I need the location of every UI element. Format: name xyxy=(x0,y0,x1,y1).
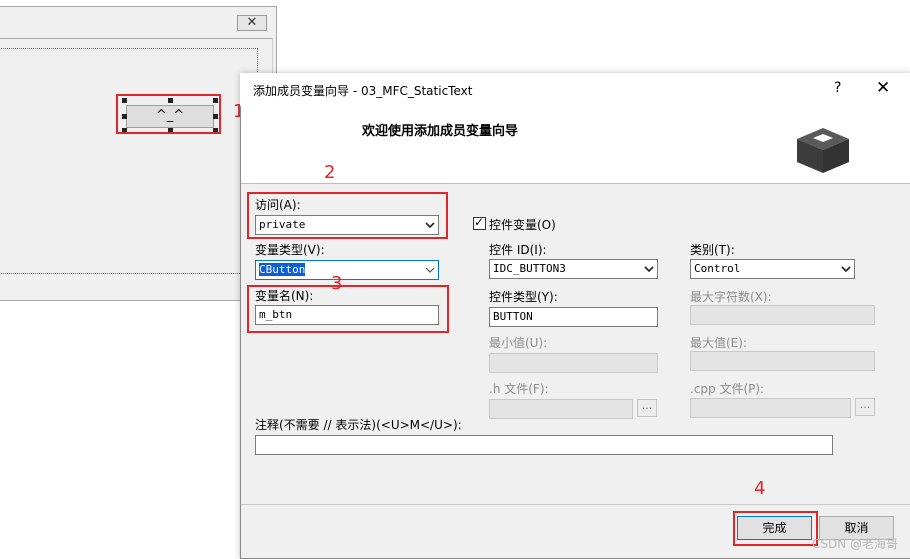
max-chars-input xyxy=(690,305,875,325)
wizard-box-icon xyxy=(797,128,849,173)
close-button[interactable]: ✕ xyxy=(876,78,890,98)
cpp-file-label: .cpp 文件(P): xyxy=(690,382,765,396)
control-variable-label: 控件变量(O) xyxy=(489,218,556,232)
wizard-heading: 欢迎使用添加成员变量向导 xyxy=(362,124,519,139)
variable-type-combobox[interactable]: CButton xyxy=(255,260,439,280)
annotation-box-3 xyxy=(247,285,449,333)
chevron-down-icon xyxy=(425,267,435,273)
comment-label: 注释(不需要 // 表示法)(<U>M</U>): xyxy=(255,418,462,432)
cpp-file-input xyxy=(690,398,851,418)
background-selection-frame xyxy=(0,48,258,274)
control-id-combobox[interactable]: IDC_BUTTON3 xyxy=(489,259,658,279)
chevron-down-icon xyxy=(644,266,654,273)
variable-type-label: 变量类型(V): xyxy=(255,243,325,257)
annotation-number-4: 4 xyxy=(754,478,766,499)
control-type-label: 控件类型(Y): xyxy=(489,290,558,304)
category-combobox[interactable]: Control xyxy=(690,259,855,279)
max-value-label: 最大值(E): xyxy=(690,336,747,350)
control-id-value: IDC_BUTTON3 xyxy=(493,262,566,275)
h-file-label: .h 文件(F): xyxy=(489,382,549,396)
watermark: CSDN @老海哥 xyxy=(812,537,899,551)
control-variable-checkbox[interactable]: ✓ xyxy=(473,215,486,230)
category-value: Control xyxy=(694,262,741,275)
control-id-label: 控件 ID(I): xyxy=(489,243,547,257)
annotation-number-2: 2 xyxy=(324,162,336,183)
max-chars-label: 最大字符数(X): xyxy=(690,290,772,304)
min-value-input xyxy=(489,353,658,373)
cpp-file-browse-button: ... xyxy=(855,398,875,416)
annotation-number-3: 3 xyxy=(331,273,343,294)
max-value-input xyxy=(690,351,875,371)
comment-input[interactable] xyxy=(255,435,833,455)
h-file-input xyxy=(489,399,633,419)
variable-type-value: CButton xyxy=(259,263,306,276)
wizard-title: 添加成员变量向导 - 03_MFC_StaticText xyxy=(253,84,473,98)
annotation-box-2 xyxy=(247,192,448,239)
control-type-input[interactable]: BUTTON xyxy=(489,307,658,327)
annotation-box-4 xyxy=(733,511,818,546)
background-close-button[interactable]: ✕ xyxy=(237,15,267,31)
category-label: 类别(T): xyxy=(690,243,735,257)
checkmark-icon: ✓ xyxy=(474,215,485,229)
chevron-down-icon xyxy=(841,266,851,273)
help-button[interactable]: ? xyxy=(834,80,841,96)
h-file-browse-button: ... xyxy=(637,399,657,417)
min-value-label: 最小值(U): xyxy=(489,336,548,350)
annotation-box-1 xyxy=(116,94,221,134)
